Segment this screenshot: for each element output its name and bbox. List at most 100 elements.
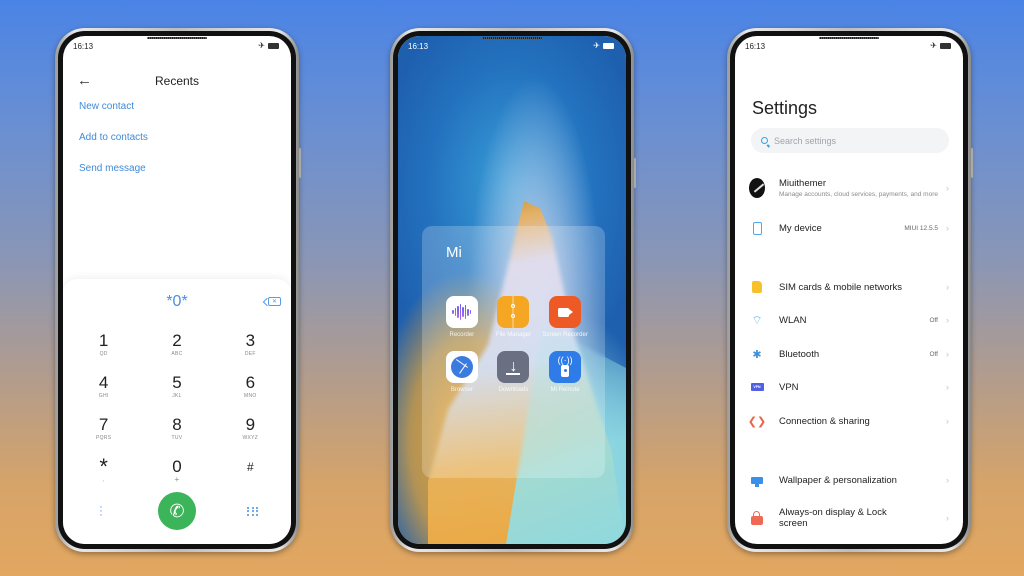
chevron-right-icon: › <box>946 282 949 292</box>
settings-item-wallpaper[interactable]: Wallpaper & personalization › <box>735 465 963 495</box>
dialed-number-display[interactable]: *0* <box>63 293 291 311</box>
settings-item-bluetooth[interactable]: ✱ Bluetooth Off › <box>735 339 963 369</box>
file-manager-icon <box>497 296 530 328</box>
key-letters: PQRS <box>95 435 112 441</box>
folder-app-grid: Recorder File Manager Screen Recorder Br… <box>436 296 591 394</box>
key-letters: TUV <box>171 435 183 441</box>
account-description: Manage accounts, cloud services, payment… <box>779 190 938 198</box>
app-downloads[interactable]: ↓ Downloads <box>488 351 538 394</box>
vpn-icon: VPN <box>749 379 765 395</box>
key-6[interactable]: 6 MNO <box>214 373 287 405</box>
key-letters: QD <box>99 351 108 357</box>
key-digit: 3 <box>245 331 256 350</box>
airplane-icon: ✈ <box>593 41 600 50</box>
key-letters: + <box>174 475 180 484</box>
key-letters: , <box>102 477 105 483</box>
key-7[interactable]: 7 PQRS <box>67 415 140 447</box>
status-bar: 16:13 ✈ <box>63 36 291 56</box>
settings-item-label: WLAN <box>779 314 807 326</box>
key-5[interactable]: 5 JKL <box>140 373 213 405</box>
key-letters: WXYZ <box>242 435 259 441</box>
airplane-icon: ✈ <box>930 41 937 50</box>
app-label: File Manager <box>495 332 531 338</box>
key-1[interactable]: 1 QD <box>67 331 140 363</box>
app-label: Browser <box>450 387 473 393</box>
settings-item-label: Wallpaper & personalization <box>779 474 897 486</box>
key-star[interactable]: *, <box>67 454 140 489</box>
phone-home: 16:13 ✈ Mi Recorder File Manager Screen … <box>390 28 636 552</box>
backspace-icon[interactable]: ✕ <box>268 297 281 306</box>
back-arrow-icon[interactable]: ← <box>77 72 92 89</box>
call-button[interactable]: ✆ <box>158 492 196 530</box>
settings-item-label: Bluetooth <box>779 348 820 360</box>
settings-item-lock-screen[interactable]: Always-on display & Lock screen › <box>735 500 963 536</box>
chevron-right-icon: › <box>946 183 949 193</box>
add-to-contacts-link[interactable]: Add to contacts <box>79 131 148 162</box>
key-hash[interactable]: # <box>214 457 287 489</box>
settings-item-connection-sharing[interactable]: ❮❯ Connection & sharing › <box>735 406 963 436</box>
connection-sharing-icon: ❮❯ <box>747 415 767 428</box>
new-contact-link[interactable]: New contact <box>79 100 148 131</box>
key-letters: DEF <box>244 351 256 357</box>
key-4[interactable]: 4 GHI <box>67 373 140 405</box>
search-input[interactable]: Search settings <box>751 128 949 153</box>
settings-item-sim[interactable]: SIM cards & mobile networks › <box>735 272 963 302</box>
key-0[interactable]: 0 + <box>140 457 213 489</box>
chevron-right-icon: › <box>946 513 949 523</box>
key-letters: GHI <box>98 393 109 399</box>
status-time: 16:13 <box>73 41 94 51</box>
key-2[interactable]: 2 ABC <box>140 331 213 363</box>
folder-name[interactable]: Mi <box>446 244 462 261</box>
key-9[interactable]: 9 WXYZ <box>214 415 287 447</box>
app-mi-remote[interactable]: ((·)) Mi Remote <box>540 351 590 394</box>
key-8[interactable]: 8 TUV <box>140 415 213 447</box>
app-label: Downloads <box>498 387 529 393</box>
more-options-icon[interactable]: · · · <box>99 502 103 521</box>
key-digit: 8 <box>172 415 182 434</box>
dialer-screen: 16:13 ✈ ← Recents New contact Add to con… <box>63 36 291 544</box>
phone-settings: 16:13 ✈ Settings Search settings Miuithe… <box>727 28 973 552</box>
page-title: Recents <box>154 74 200 88</box>
search-icon <box>761 137 768 144</box>
key-digit: 1 <box>98 331 109 350</box>
key-digit: 5 <box>172 373 182 392</box>
dialer-actions-list: New contact Add to contacts Send message <box>79 100 148 193</box>
chevron-right-icon: › <box>946 223 949 233</box>
app-screen-recorder[interactable]: Screen Recorder <box>540 296 590 339</box>
keypad-panel: *0* ✕ 1 QD 2 ABC 3 DEF 4 GHI 5 JKL 6 MNO 7 PQRS… <box>63 279 291 544</box>
dial-actions: · · · ✆ <box>63 492 291 530</box>
app-recorder[interactable]: Recorder <box>437 296 487 339</box>
settings-item-my-device[interactable]: My device MIUI 12.5.5 › <box>735 213 963 243</box>
status-time: 16:13 <box>408 41 429 51</box>
app-browser[interactable]: Browser <box>437 351 487 394</box>
key-3[interactable]: 3 DEF <box>214 331 287 363</box>
key-digit: 9 <box>245 415 256 434</box>
send-message-link[interactable]: Send message <box>79 162 148 193</box>
airplane-icon: ✈ <box>258 41 265 50</box>
keypad: 1 QD 2 ABC 3 DEF 4 GHI 5 JKL 6 MNO 7 PQRS 8 TUV … <box>63 331 291 489</box>
key-digit: * <box>99 454 108 479</box>
lock-icon <box>749 510 765 526</box>
settings-item-vpn[interactable]: VPN VPN › <box>735 372 963 402</box>
volume-button <box>971 148 973 178</box>
app-file-manager[interactable]: File Manager <box>488 296 538 339</box>
avatar <box>749 178 765 198</box>
chevron-right-icon: › <box>946 382 949 392</box>
battery-icon <box>603 43 614 49</box>
recorder-icon <box>445 296 478 328</box>
settings-screen: 16:13 ✈ Settings Search settings Miuithe… <box>735 36 963 544</box>
keypad-toggle-icon[interactable] <box>247 506 259 516</box>
settings-item-wlan[interactable]: ⌔ WLAN Off › <box>735 305 963 335</box>
search-placeholder: Search settings <box>774 135 837 146</box>
chevron-right-icon: › <box>946 475 949 485</box>
wifi-icon: ⌔ <box>751 312 763 327</box>
bluetooth-icon: ✱ <box>752 348 762 361</box>
settings-item-account[interactable]: Miuithemer Manage accounts, cloud servic… <box>735 170 963 206</box>
device-icon <box>749 220 765 236</box>
key-digit: # <box>246 460 254 474</box>
key-digit: 6 <box>245 373 256 392</box>
status-bar: 16:13 ✈ <box>735 36 963 56</box>
key-digit: 0 <box>172 457 182 476</box>
app-folder: Mi Recorder File Manager Screen Recorder… <box>422 226 605 478</box>
phone-dialer: 16:13 ✈ ← Recents New contact Add to con… <box>55 28 301 552</box>
